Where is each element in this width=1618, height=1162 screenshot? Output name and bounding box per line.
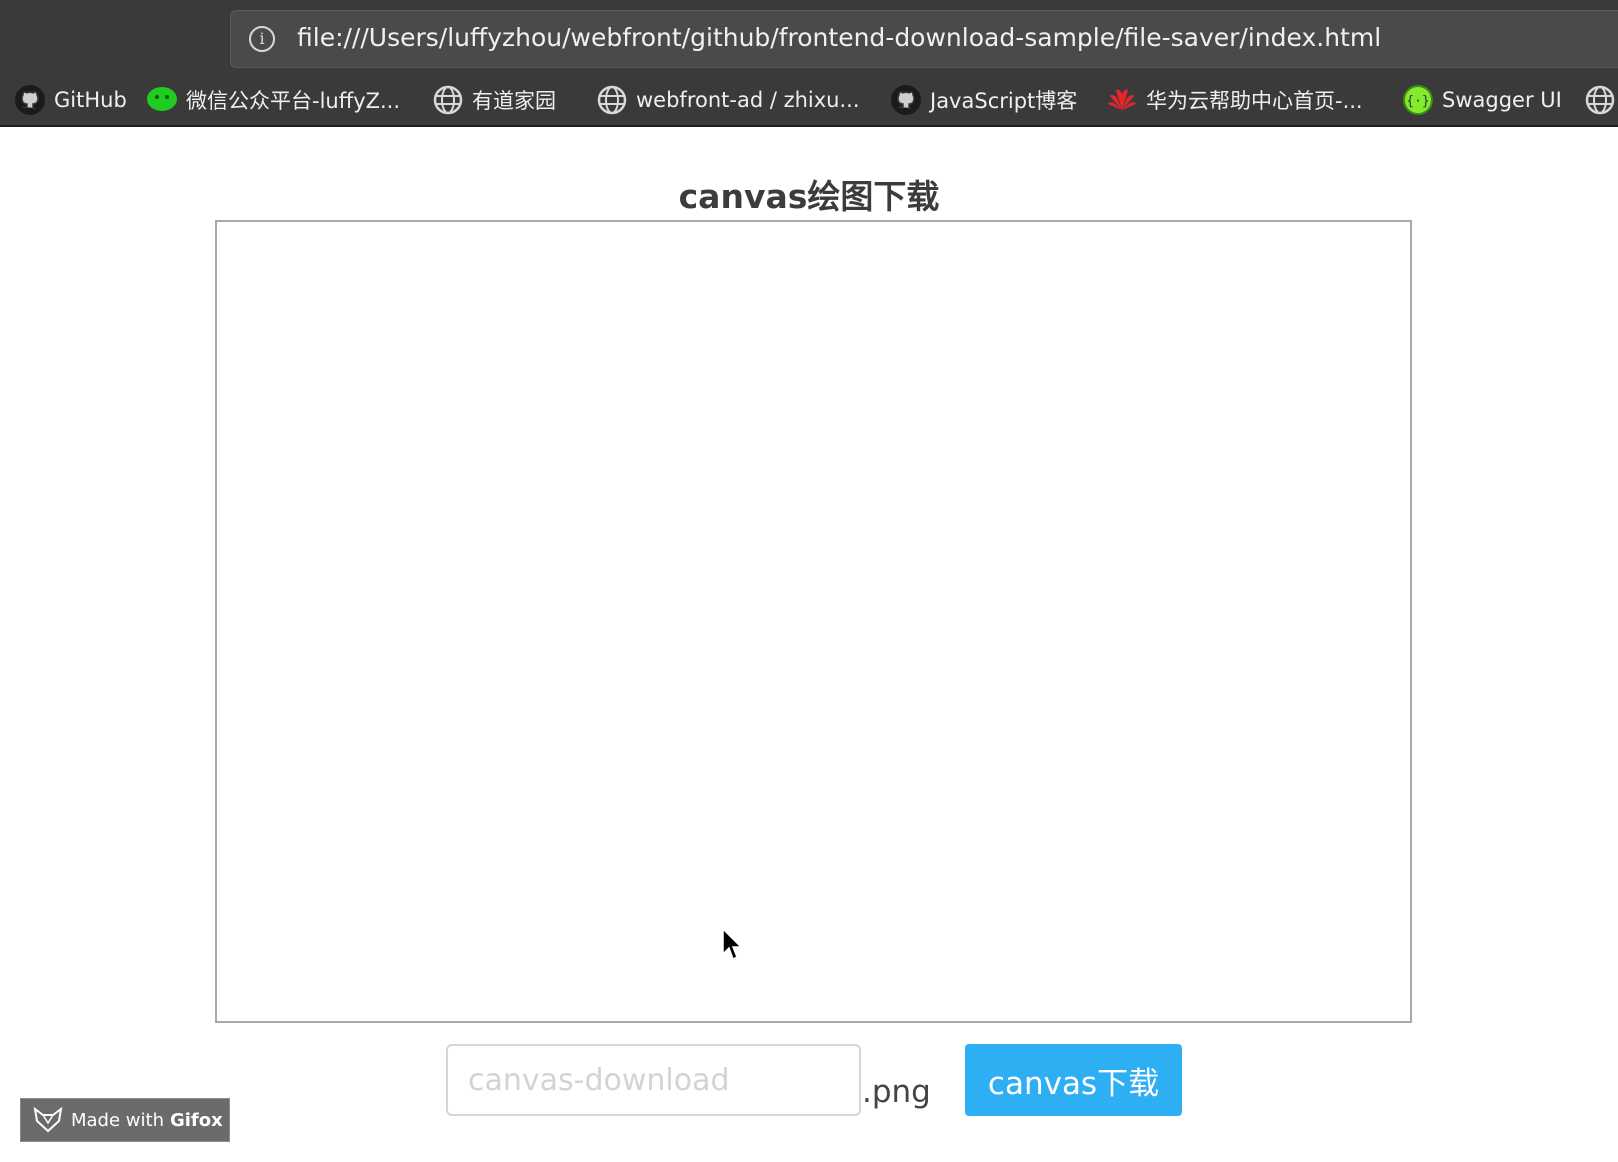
bookmark-webfront-ad[interactable]: webfront-ad / zhixu... <box>596 80 860 120</box>
gifox-fox-icon <box>33 1107 63 1133</box>
gifox-made-with: Made with <box>71 1109 164 1131</box>
canvas-download-button[interactable]: canvas下载 <box>965 1044 1182 1116</box>
wechat-icon <box>147 87 177 111</box>
bookmark-label: Swagger UI <box>1442 88 1562 112</box>
gifox-brand: Gifox <box>169 1109 223 1131</box>
bookmark-label: JavaScript博客 <box>930 89 1078 113</box>
gifox-watermark: Made with Gifox <box>20 1098 230 1142</box>
github-icon <box>891 85 921 115</box>
info-icon[interactable]: i <box>249 26 275 52</box>
github-icon <box>15 85 45 115</box>
bookmark-label: webfront-ad / zhixu... <box>636 88 860 112</box>
page-title: canvas绘图下载 <box>678 177 940 216</box>
drawing-canvas[interactable] <box>215 220 1412 1023</box>
svg-text:{·}: {·} <box>1406 94 1429 109</box>
bookmark-overflow[interactable] <box>1584 80 1618 120</box>
bookmark-wechat[interactable]: 微信公众平台-luffyZ... <box>146 80 400 120</box>
bookmark-javascript-blog[interactable]: JavaScript博客 <box>890 80 1077 120</box>
filename-input[interactable] <box>446 1044 861 1116</box>
mouse-cursor-icon <box>722 928 743 961</box>
bookmark-swagger[interactable]: {·} Swagger UI <box>1402 80 1562 120</box>
address-bar[interactable]: i file:///Users/luffyzhou/webfront/githu… <box>230 10 1618 68</box>
swagger-icon: {·} <box>1403 85 1433 115</box>
bookmark-label: GitHub <box>54 88 127 112</box>
bookmark-github[interactable]: GitHub <box>14 80 127 120</box>
globe-icon <box>597 85 627 115</box>
bookmark-label: 有道家园 <box>472 89 556 113</box>
globe-icon <box>433 85 463 115</box>
bookmarks-bar: GitHub 微信公众平台-luffyZ... 有道家园 webfront-ad… <box>0 80 1618 122</box>
bookmark-youdao[interactable]: 有道家园 <box>432 80 556 120</box>
file-extension-label: .png <box>862 1074 931 1110</box>
huawei-icon <box>1108 89 1136 110</box>
url-text[interactable]: file:///Users/luffyzhou/webfront/github/… <box>297 23 1381 52</box>
bookmark-label: 华为云帮助中心首页-... <box>1146 89 1363 113</box>
browser-chrome: i file:///Users/luffyzhou/webfront/githu… <box>0 0 1618 127</box>
globe-icon <box>1585 85 1615 115</box>
bookmark-huawei-cloud[interactable]: 华为云帮助中心首页-... <box>1106 80 1363 120</box>
bookmark-label: 微信公众平台-luffyZ... <box>186 89 401 113</box>
